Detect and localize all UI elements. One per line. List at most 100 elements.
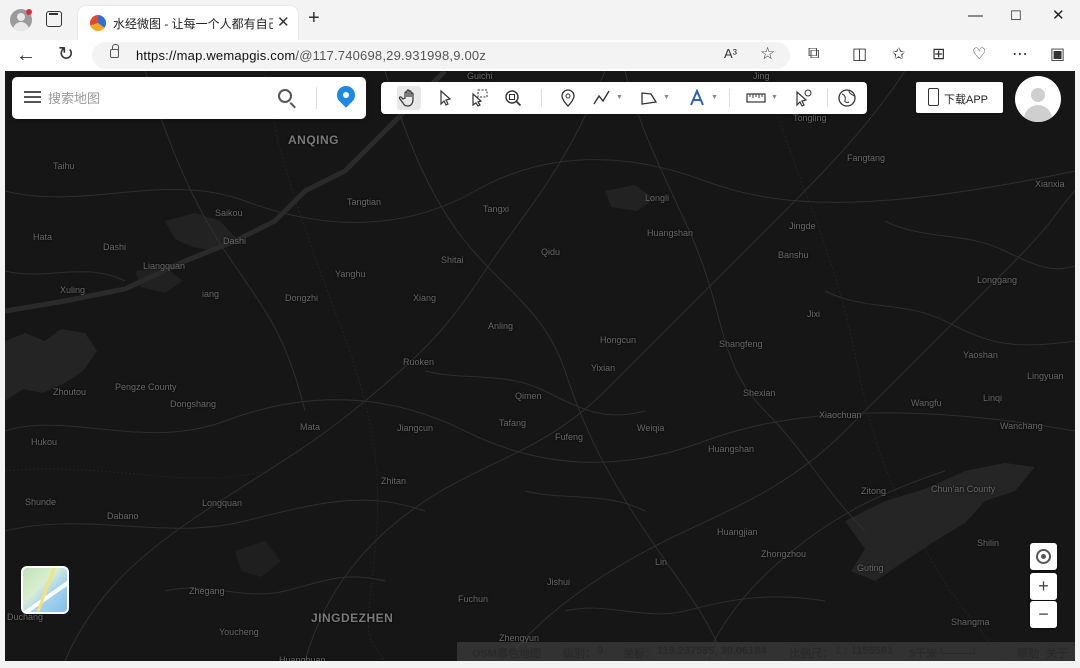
- user-avatar[interactable]: [1015, 76, 1061, 122]
- zoom-box-tool[interactable]: [501, 86, 525, 110]
- address-bar[interactable]: https://map.wemapgis.com/@117.740698,29.…: [92, 42, 790, 69]
- place-label: Tangtian: [347, 197, 382, 207]
- place-label: Huangshan: [708, 444, 755, 454]
- lock-icon[interactable]: [110, 44, 119, 58]
- ruler-icon: [746, 93, 766, 103]
- new-tab-button[interactable]: +: [308, 8, 320, 28]
- place-label: Dongshang: [170, 399, 217, 409]
- zoom-box-icon: [505, 90, 522, 107]
- favorites-icon[interactable]: ✩: [892, 46, 905, 64]
- place-label: Longgang: [977, 275, 1018, 285]
- browser-essentials-icon[interactable]: ♡: [972, 46, 986, 64]
- favorite-star-icon[interactable]: ☆: [760, 44, 775, 64]
- download-app-label: 下载APP: [944, 94, 989, 106]
- place-label: Zhegang: [189, 586, 225, 596]
- coord-value: 119.237585, 30.06184: [657, 645, 767, 657]
- place-label: Fuchun: [458, 594, 489, 604]
- polygon-tool[interactable]: [637, 86, 661, 110]
- text-tool[interactable]: [685, 86, 709, 110]
- level-value: 9: [597, 645, 604, 657]
- marker-pin-icon: [561, 89, 575, 107]
- scale-distance: 5千米: [909, 648, 938, 660]
- sidebar-toggle-icon[interactable]: ▣: [1050, 46, 1065, 64]
- chevron-down-icon[interactable]: ▼: [663, 94, 670, 101]
- query-tool[interactable]: [791, 86, 815, 110]
- pan-hand-tool[interactable]: [397, 86, 421, 110]
- globe-tool[interactable]: [835, 86, 859, 110]
- url-text[interactable]: https://map.wemapgis.com/@117.740698,29.…: [136, 48, 486, 63]
- help-link[interactable]: 帮助: [1017, 645, 1039, 661]
- select-tool[interactable]: [433, 86, 457, 110]
- maximize-icon[interactable]: ☐: [1010, 8, 1022, 24]
- place-label: Hongcun: [600, 335, 637, 345]
- place-label: Linqi: [983, 393, 1003, 403]
- toolbar-divider: [827, 89, 828, 107]
- locate-button[interactable]: [1030, 543, 1057, 570]
- measure-tool[interactable]: [744, 86, 768, 110]
- extensions-icon[interactable]: ⧉: [808, 45, 819, 63]
- url-path: /@117.740698,29.931998,9.00z: [295, 48, 487, 63]
- tab-actions-icon[interactable]: [46, 11, 62, 27]
- basemap-source[interactable]: OSM黑色地图: [472, 645, 541, 661]
- menu-icon[interactable]: [24, 91, 41, 103]
- place-label: Dashi: [103, 242, 127, 252]
- box-select-tool[interactable]: [467, 86, 491, 110]
- place-label: Tangxi: [483, 204, 510, 214]
- place-label: Ruoken: [403, 357, 435, 367]
- read-aloud-icon[interactable]: A³: [724, 46, 737, 61]
- place-label: Shunde: [25, 497, 57, 507]
- browser-tab[interactable]: 水经微图 - 让每一个人都有自己的 ✕: [78, 6, 298, 40]
- place-label: Huanghuan: [279, 655, 326, 661]
- place-label: Zhongzhou: [761, 549, 807, 559]
- search-input[interactable]: [48, 87, 268, 109]
- globe-icon: [838, 89, 856, 107]
- chevron-down-icon[interactable]: ▼: [616, 94, 623, 101]
- place-label: Jixi: [807, 309, 820, 319]
- map-canvas[interactable]: [5, 71, 1075, 661]
- place-label: Shexian: [743, 388, 776, 398]
- place-label: Banshu: [778, 250, 809, 260]
- zoom-in-button[interactable]: +: [1030, 573, 1057, 600]
- place-label: Liangquan: [143, 261, 186, 271]
- map-page[interactable]: Guichi Jing ANQING Taihu Tongling Fangtang Xia…: [5, 71, 1075, 661]
- basemap-switcher[interactable]: [21, 566, 69, 614]
- place-label: Yixian: [591, 363, 616, 373]
- place-label: Longli: [645, 193, 670, 203]
- place-label: Tongling: [793, 113, 827, 123]
- back-icon[interactable]: ←: [16, 44, 36, 67]
- marker-tool[interactable]: [556, 86, 580, 110]
- place-label: Anling: [488, 321, 514, 331]
- place-label: Hata: [33, 232, 53, 242]
- search-icon[interactable]: [278, 89, 292, 103]
- place-label: Zhitan: [381, 476, 407, 486]
- place-label: Shitai: [441, 255, 464, 265]
- place-label: Lin: [655, 557, 668, 567]
- download-app-button[interactable]: 下载APP: [916, 82, 1003, 113]
- line-tool[interactable]: [590, 86, 614, 110]
- place-label: Jiangcun: [397, 423, 434, 433]
- close-tab-icon[interactable]: ✕: [277, 13, 290, 31]
- split-screen-icon[interactable]: ◫: [852, 46, 867, 64]
- scale-value: 1 : 1155581: [835, 645, 894, 657]
- window-close-icon[interactable]: ✕: [1052, 8, 1065, 24]
- status-bar: OSM黑色地图 级别： 9 坐标： 119.237585, 30.06184 比…: [457, 642, 1075, 661]
- place-label: Hukou: [31, 437, 58, 447]
- chevron-down-icon[interactable]: ▼: [771, 94, 778, 101]
- location-pin-icon[interactable]: [333, 82, 359, 108]
- notification-dot: [26, 9, 32, 15]
- place-label: JINGDEZHEN: [311, 611, 394, 625]
- cursor-arrow-icon: [440, 89, 452, 106]
- place-label: Huangshan: [647, 228, 694, 238]
- chevron-down-icon[interactable]: ▼: [711, 94, 718, 101]
- about-link[interactable]: 关于: [1046, 645, 1068, 661]
- place-label: Jishui: [547, 577, 571, 587]
- zoom-out-button[interactable]: −: [1030, 601, 1057, 628]
- minimize-icon[interactable]: —: [968, 8, 983, 24]
- collections-icon[interactable]: ⊞: [932, 46, 945, 64]
- place-label: Saikou: [215, 208, 243, 218]
- place-label: Yanghu: [335, 269, 366, 279]
- more-menu-icon[interactable]: ⋯: [1012, 46, 1028, 64]
- reload-icon[interactable]: ↻: [58, 43, 74, 66]
- polygon-icon: [641, 92, 658, 105]
- search-divider: [316, 87, 317, 109]
